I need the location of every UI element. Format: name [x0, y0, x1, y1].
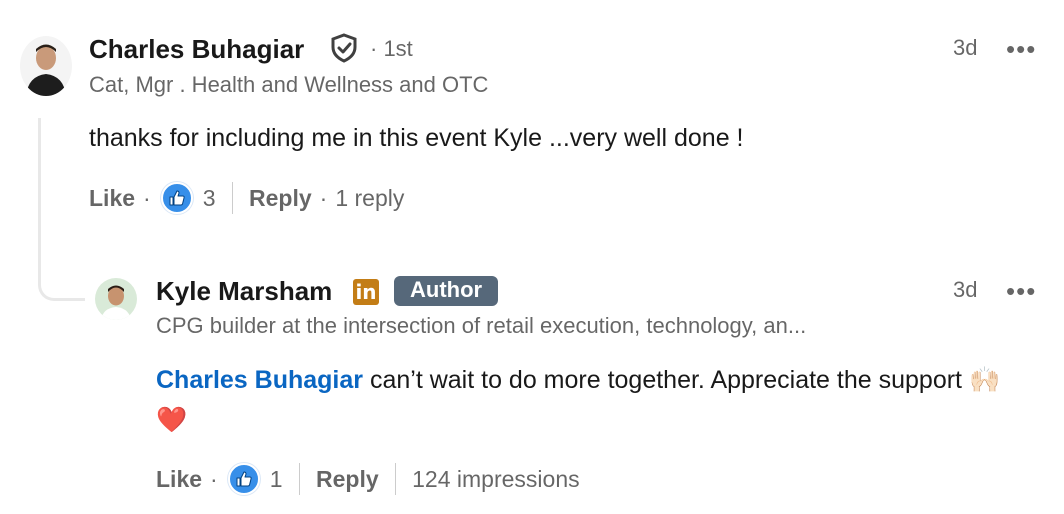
- comment-actions: Like · 3 Reply · 1 reply: [89, 182, 404, 214]
- reply-author-headline: CPG builder at the intersection of retai…: [156, 313, 807, 338]
- action-divider: [298, 463, 300, 495]
- comment-text: thanks for including me in this event Ky…: [89, 124, 744, 152]
- comment-reply-button[interactable]: Reply: [249, 185, 312, 212]
- avatar-image: [95, 278, 137, 320]
- linkedin-premium-icon: in: [353, 279, 379, 305]
- comment-more-options-icon[interactable]: •••: [1006, 36, 1036, 62]
- reply-like-count[interactable]: 1: [270, 466, 283, 493]
- comment-author-name[interactable]: Charles Buhagiar: [89, 34, 304, 65]
- separator-dot: ·: [319, 184, 328, 211]
- separator-dot: ·: [210, 465, 218, 492]
- comment-reply-count[interactable]: 1 reply: [335, 185, 404, 212]
- avatar-kyle[interactable]: [95, 278, 137, 320]
- comment-timestamp: 3d: [953, 35, 978, 60]
- separator-dot: ·: [143, 184, 151, 211]
- verified-shield-icon: [330, 33, 358, 63]
- reply-timestamp: 3d: [953, 277, 978, 302]
- author-badge: Author: [394, 276, 499, 306]
- reply-impressions[interactable]: 124 impressions: [412, 466, 579, 493]
- avatar-image: [20, 36, 72, 96]
- mention-link[interactable]: Charles Buhagiar: [156, 366, 363, 394]
- reply-text-body: can’t wait to do more together. Apprecia…: [363, 366, 969, 394]
- avatar-charles[interactable]: [20, 36, 72, 96]
- reply-actions: Like · 1 Reply 124 impressions: [156, 463, 580, 495]
- comment-like-button[interactable]: Like: [89, 185, 135, 212]
- reply-text: Charles Buhagiar can’t wait to do more t…: [156, 360, 1016, 440]
- action-divider: [394, 463, 397, 495]
- reply-author-name[interactable]: Kyle Marsham: [156, 276, 332, 307]
- thread-connector-line: [38, 118, 85, 301]
- like-reaction-icon[interactable]: [227, 463, 260, 495]
- reply-like-button[interactable]: Like: [156, 466, 202, 493]
- reply-more-options-icon[interactable]: •••: [1006, 278, 1036, 304]
- comment-like-count[interactable]: 3: [203, 185, 216, 212]
- like-reaction-icon[interactable]: [160, 182, 193, 214]
- connection-degree: · 1st: [370, 36, 413, 61]
- reply-reply-button[interactable]: Reply: [316, 466, 379, 493]
- action-divider: [231, 182, 233, 214]
- comment-author-headline: Cat, Mgr . Health and Wellness and OTC: [89, 72, 489, 97]
